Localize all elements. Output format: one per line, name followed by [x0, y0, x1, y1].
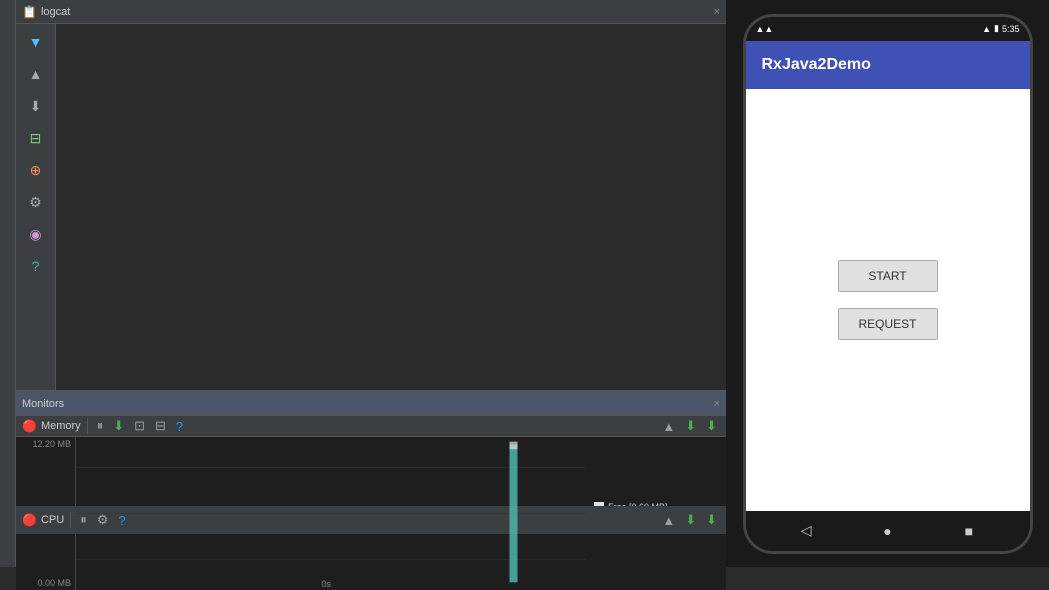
phone-nav-bar: ◁ ● ■: [746, 511, 1030, 551]
memory-label: Memory: [41, 420, 81, 432]
memory-pause-btn[interactable]: ⏸: [94, 416, 107, 436]
monitors-header: Monitors ×: [16, 392, 726, 416]
separator-2: [70, 512, 71, 528]
recents-nav-icon[interactable]: ■: [958, 520, 980, 542]
left-sidebar: [0, 0, 16, 567]
toolbar-btn-8[interactable]: ?: [22, 252, 50, 280]
monitors-section: Monitors × 🔴 Memory ⏸ ⬇ ⊡ ⊟ ? ▲ ⬇ ⬇: [16, 392, 726, 567]
toolbar-btn-7[interactable]: ◉: [22, 220, 50, 248]
toolbar-btn-1[interactable]: ▼: [22, 28, 50, 56]
main-left-panel: 📋 logcat × ▼ ▲ ⬇ ⊟ ⊕ ⚙ ◉ ? Monitors ×: [16, 0, 726, 567]
logcat-header-bar: 📋 logcat ×: [16, 0, 726, 24]
logcat-close-btn[interactable]: ×: [714, 6, 720, 18]
phone-status-bar: ▲▲ ▲ ▮ 5:35: [746, 17, 1030, 41]
home-nav-icon[interactable]: ●: [876, 520, 898, 542]
memory-down-btn[interactable]: ⬇: [110, 416, 127, 436]
app-bar: RxJava2Demo: [746, 41, 1030, 89]
cpu-icon: 🔴: [22, 513, 37, 527]
toolbar-btn-2[interactable]: ▲: [22, 60, 50, 88]
logcat-body: [56, 24, 726, 390]
logcat-icon: 📋: [22, 5, 37, 19]
y-axis-bottom: 0.00 MB: [20, 578, 71, 588]
logcat-title-group: 📋 logcat: [22, 5, 70, 19]
separator-1: [87, 418, 88, 434]
memory-dl2-icon[interactable]: ⬇: [703, 416, 720, 436]
battery-icon: ▮: [994, 23, 999, 34]
start-button[interactable]: START: [838, 260, 938, 292]
phone-device: ▲▲ ▲ ▮ 5:35 RxJava2Demo START REQUEST ◁ …: [743, 14, 1033, 554]
memory-row: 🔴 Memory ⏸ ⬇ ⊡ ⊟ ? ▲ ⬇ ⬇ 12.20 MB 8.00 M…: [16, 416, 726, 506]
memory-export-btn[interactable]: ⊡: [131, 416, 148, 436]
phone-signal: ▲▲: [756, 24, 774, 34]
signal-icon: ▲▲: [756, 24, 774, 34]
memory-icon: 🔴: [22, 419, 37, 433]
memory-dl-icon[interactable]: ⬇: [682, 416, 699, 436]
toolbar-btn-6[interactable]: ⚙: [22, 188, 50, 216]
logcat-title: logcat: [41, 6, 70, 18]
cpu-upload-icon[interactable]: ▲: [659, 511, 678, 530]
x-axis-label: 0s: [321, 578, 331, 590]
cpu-dl2-icon[interactable]: ⬇: [703, 510, 720, 530]
memory-clear-btn[interactable]: ⊟: [152, 416, 169, 436]
cpu-label: CPU: [41, 514, 64, 526]
toolbar-btn-5[interactable]: ⊕: [22, 156, 50, 184]
phone-content: START REQUEST: [746, 89, 1030, 511]
right-panel: ▲▲ ▲ ▮ 5:35 RxJava2Demo START REQUEST ◁ …: [726, 0, 1049, 567]
toolbar-btn-3[interactable]: ⬇: [22, 92, 50, 120]
monitors-close-btn[interactable]: ×: [714, 398, 720, 410]
phone-time: 5:35: [1002, 24, 1020, 34]
memory-help-btn[interactable]: ?: [173, 417, 186, 436]
cpu-dl-icon[interactable]: ⬇: [682, 510, 699, 530]
back-nav-icon[interactable]: ◁: [795, 520, 817, 542]
y-axis-top: 12.20 MB: [20, 439, 71, 449]
memory-chart-svg: [76, 437, 586, 590]
toolbar-btn-4[interactable]: ⊟: [22, 124, 50, 152]
app-bar-title: RxJava2Demo: [762, 56, 871, 74]
wifi-icon: ▲: [982, 24, 991, 34]
memory-toolbar: 🔴 Memory ⏸ ⬇ ⊡ ⊟ ? ▲ ⬇ ⬇: [16, 416, 726, 437]
logcat-panel: ▼ ▲ ⬇ ⊟ ⊕ ⚙ ◉ ?: [16, 24, 726, 392]
memory-upload-icon[interactable]: ▲: [659, 417, 678, 436]
request-button[interactable]: REQUEST: [838, 308, 938, 340]
phone-status-icons: ▲ ▮ 5:35: [982, 23, 1019, 34]
memory-chart: 0s: [76, 437, 586, 590]
logcat-toolbar: ▼ ▲ ⬇ ⊟ ⊕ ⚙ ◉ ?: [16, 24, 56, 390]
monitors-title: Monitors: [22, 398, 64, 410]
